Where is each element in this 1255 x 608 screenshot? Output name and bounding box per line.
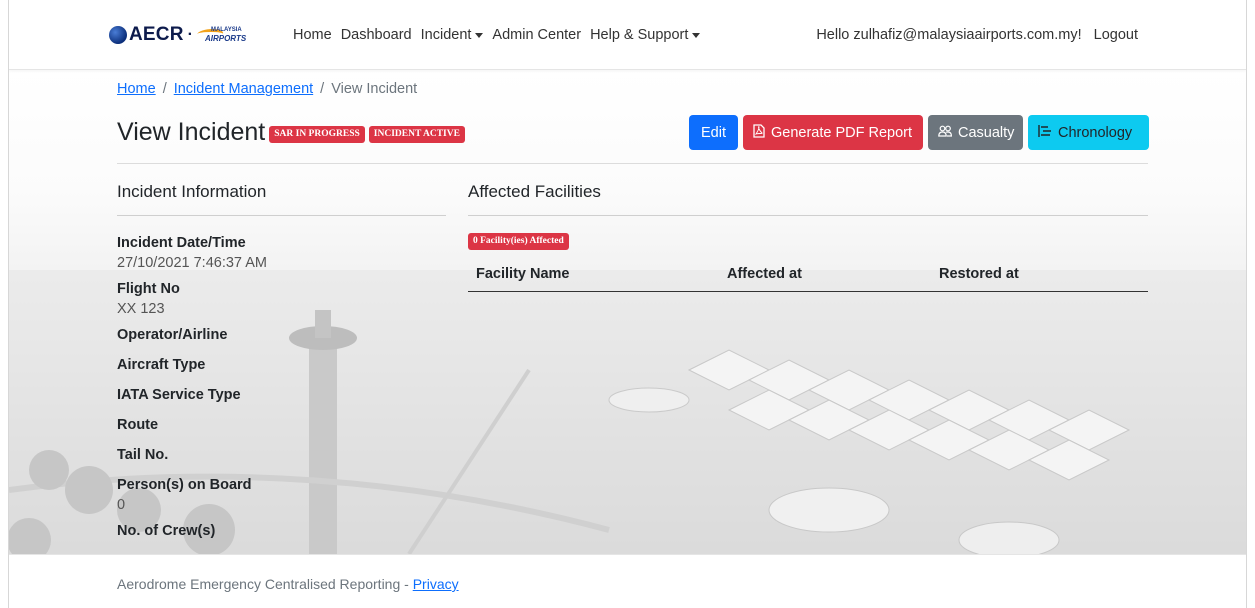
status-badge-incident-active: INCIDENT ACTIVE — [368, 126, 465, 143]
column-header-restored-at: Restored at — [939, 266, 1019, 282]
partner-logo-bottom: AIRPORTS — [204, 34, 247, 43]
field-label: Incident Date/Time — [117, 235, 246, 251]
footer-text: Aerodrome Emergency Centralised Reportin… — [117, 576, 459, 592]
field-label: No. of Crew(s) — [117, 523, 216, 539]
field-incident-datetime: Incident Date/Time 27/10/2021 7:46:37 AM — [117, 234, 437, 272]
page-footer: Aerodrome Emergency Centralised Reportin… — [9, 554, 1246, 608]
user-greeting[interactable]: Hello zulhafiz@malaysiaairports.com.my! — [816, 27, 1081, 43]
field-label: Aircraft Type — [117, 357, 206, 373]
nav-help-support-label: Help & Support — [590, 27, 689, 43]
facilities-table-header: Facility Name Affected at Restored at — [468, 258, 1148, 292]
casualty-label: Casualty — [958, 124, 1015, 141]
globe-icon — [109, 26, 127, 44]
field-flight-no: Flight No XX 123 — [117, 280, 437, 318]
nav-incident-label: Incident — [420, 27, 472, 43]
nav-incident-dropdown[interactable]: Incident — [421, 27, 484, 43]
top-navbar: AECR · MALAYSIA AIRPORTS Home Dashboard … — [9, 0, 1246, 70]
app-frame: AECR · MALAYSIA AIRPORTS Home Dashboard … — [8, 0, 1247, 608]
field-tail-no: Tail No. — [117, 446, 437, 464]
divider — [117, 163, 1148, 164]
edit-button[interactable]: Edit — [689, 115, 738, 150]
malaysia-airports-logo: MALAYSIA AIRPORTS — [194, 26, 246, 44]
affected-facilities-heading: Affected Facilities — [468, 182, 601, 201]
field-persons-on-board: Person(s) on Board 0 — [117, 476, 437, 514]
field-label: Person(s) on Board — [117, 477, 252, 493]
brand-name: AECR — [129, 24, 184, 45]
field-value: 27/10/2021 7:46:37 AM — [117, 255, 267, 271]
nav-home[interactable]: Home — [293, 27, 332, 43]
generate-pdf-label: Generate PDF Report — [771, 124, 913, 141]
field-label: Tail No. — [117, 447, 169, 463]
field-no-of-crews: No. of Crew(s) — [117, 522, 437, 540]
column-header-facility-name: Facility Name — [476, 266, 570, 282]
divider — [117, 215, 446, 216]
people-icon — [938, 125, 953, 141]
chronology-button[interactable]: Chronology — [1028, 115, 1149, 150]
casualty-button[interactable]: Casualty — [928, 115, 1023, 150]
main-content: Home / Incident Management / View Incident V… — [9, 70, 1246, 554]
field-label: Route — [117, 417, 159, 433]
field-value: 0 — [117, 497, 126, 513]
field-iata-service-type: IATA Service Type — [117, 386, 437, 404]
field-operator-airline: Operator/Airline — [117, 326, 437, 344]
field-aircraft-type: Aircraft Type — [117, 356, 437, 374]
pdf-file-icon — [753, 123, 765, 142]
page-title: View Incident — [117, 118, 266, 146]
timeline-icon — [1038, 124, 1052, 141]
field-value: XX 123 — [117, 301, 165, 317]
nav-admin-center[interactable]: Admin Center — [492, 27, 581, 43]
user-area: Hello zulhafiz@malaysiaairports.com.my! … — [816, 27, 1138, 43]
nav-menu: Home Dashboard Incident Admin Center Hel… — [293, 27, 709, 43]
nav-dashboard[interactable]: Dashboard — [341, 27, 412, 43]
brand-separator: · — [187, 26, 193, 43]
breadcrumb-current: View Incident — [331, 81, 418, 97]
generate-pdf-button[interactable]: Generate PDF Report — [743, 115, 923, 150]
action-buttons: Edit Generate PDF Report Casualty Chrono… — [689, 115, 1149, 150]
field-label: IATA Service Type — [117, 387, 241, 403]
incident-fields: Incident Date/Time 27/10/2021 7:46:37 AM… — [117, 234, 437, 548]
incident-information-heading: Incident Information — [117, 182, 267, 201]
chronology-label: Chronology — [1058, 124, 1133, 141]
privacy-link[interactable]: Privacy — [413, 576, 459, 592]
caret-down-icon — [475, 32, 484, 38]
footer-caption: Aerodrome Emergency Centralised Reportin… — [117, 576, 413, 592]
brand-logo[interactable]: AECR · MALAYSIA AIRPORTS — [109, 24, 246, 46]
page-title-row: View Incident SAR IN PROGRESS INCIDENT A… — [117, 118, 465, 147]
field-label: Operator/Airline — [117, 327, 228, 343]
nav-help-support-dropdown[interactable]: Help & Support — [590, 27, 701, 43]
status-badge-sar: SAR IN PROGRESS — [269, 126, 365, 143]
facilities-count-badge: 0 Facility(ies) Affected — [468, 233, 569, 250]
field-route: Route — [117, 416, 437, 434]
logout-link[interactable]: Logout — [1094, 27, 1138, 43]
column-header-affected-at: Affected at — [727, 266, 802, 282]
field-label: Flight No — [117, 281, 180, 297]
edit-button-label: Edit — [701, 124, 726, 141]
breadcrumb-home[interactable]: Home — [117, 81, 156, 97]
breadcrumb-incident-management[interactable]: Incident Management — [174, 81, 313, 97]
breadcrumb-separator: / — [162, 81, 167, 97]
breadcrumb-separator: / — [320, 81, 325, 97]
caret-down-icon — [692, 32, 701, 38]
divider — [468, 215, 1148, 216]
breadcrumb: Home / Incident Management / View Incident — [117, 81, 417, 97]
partner-logo-top: MALAYSIA — [210, 27, 242, 33]
